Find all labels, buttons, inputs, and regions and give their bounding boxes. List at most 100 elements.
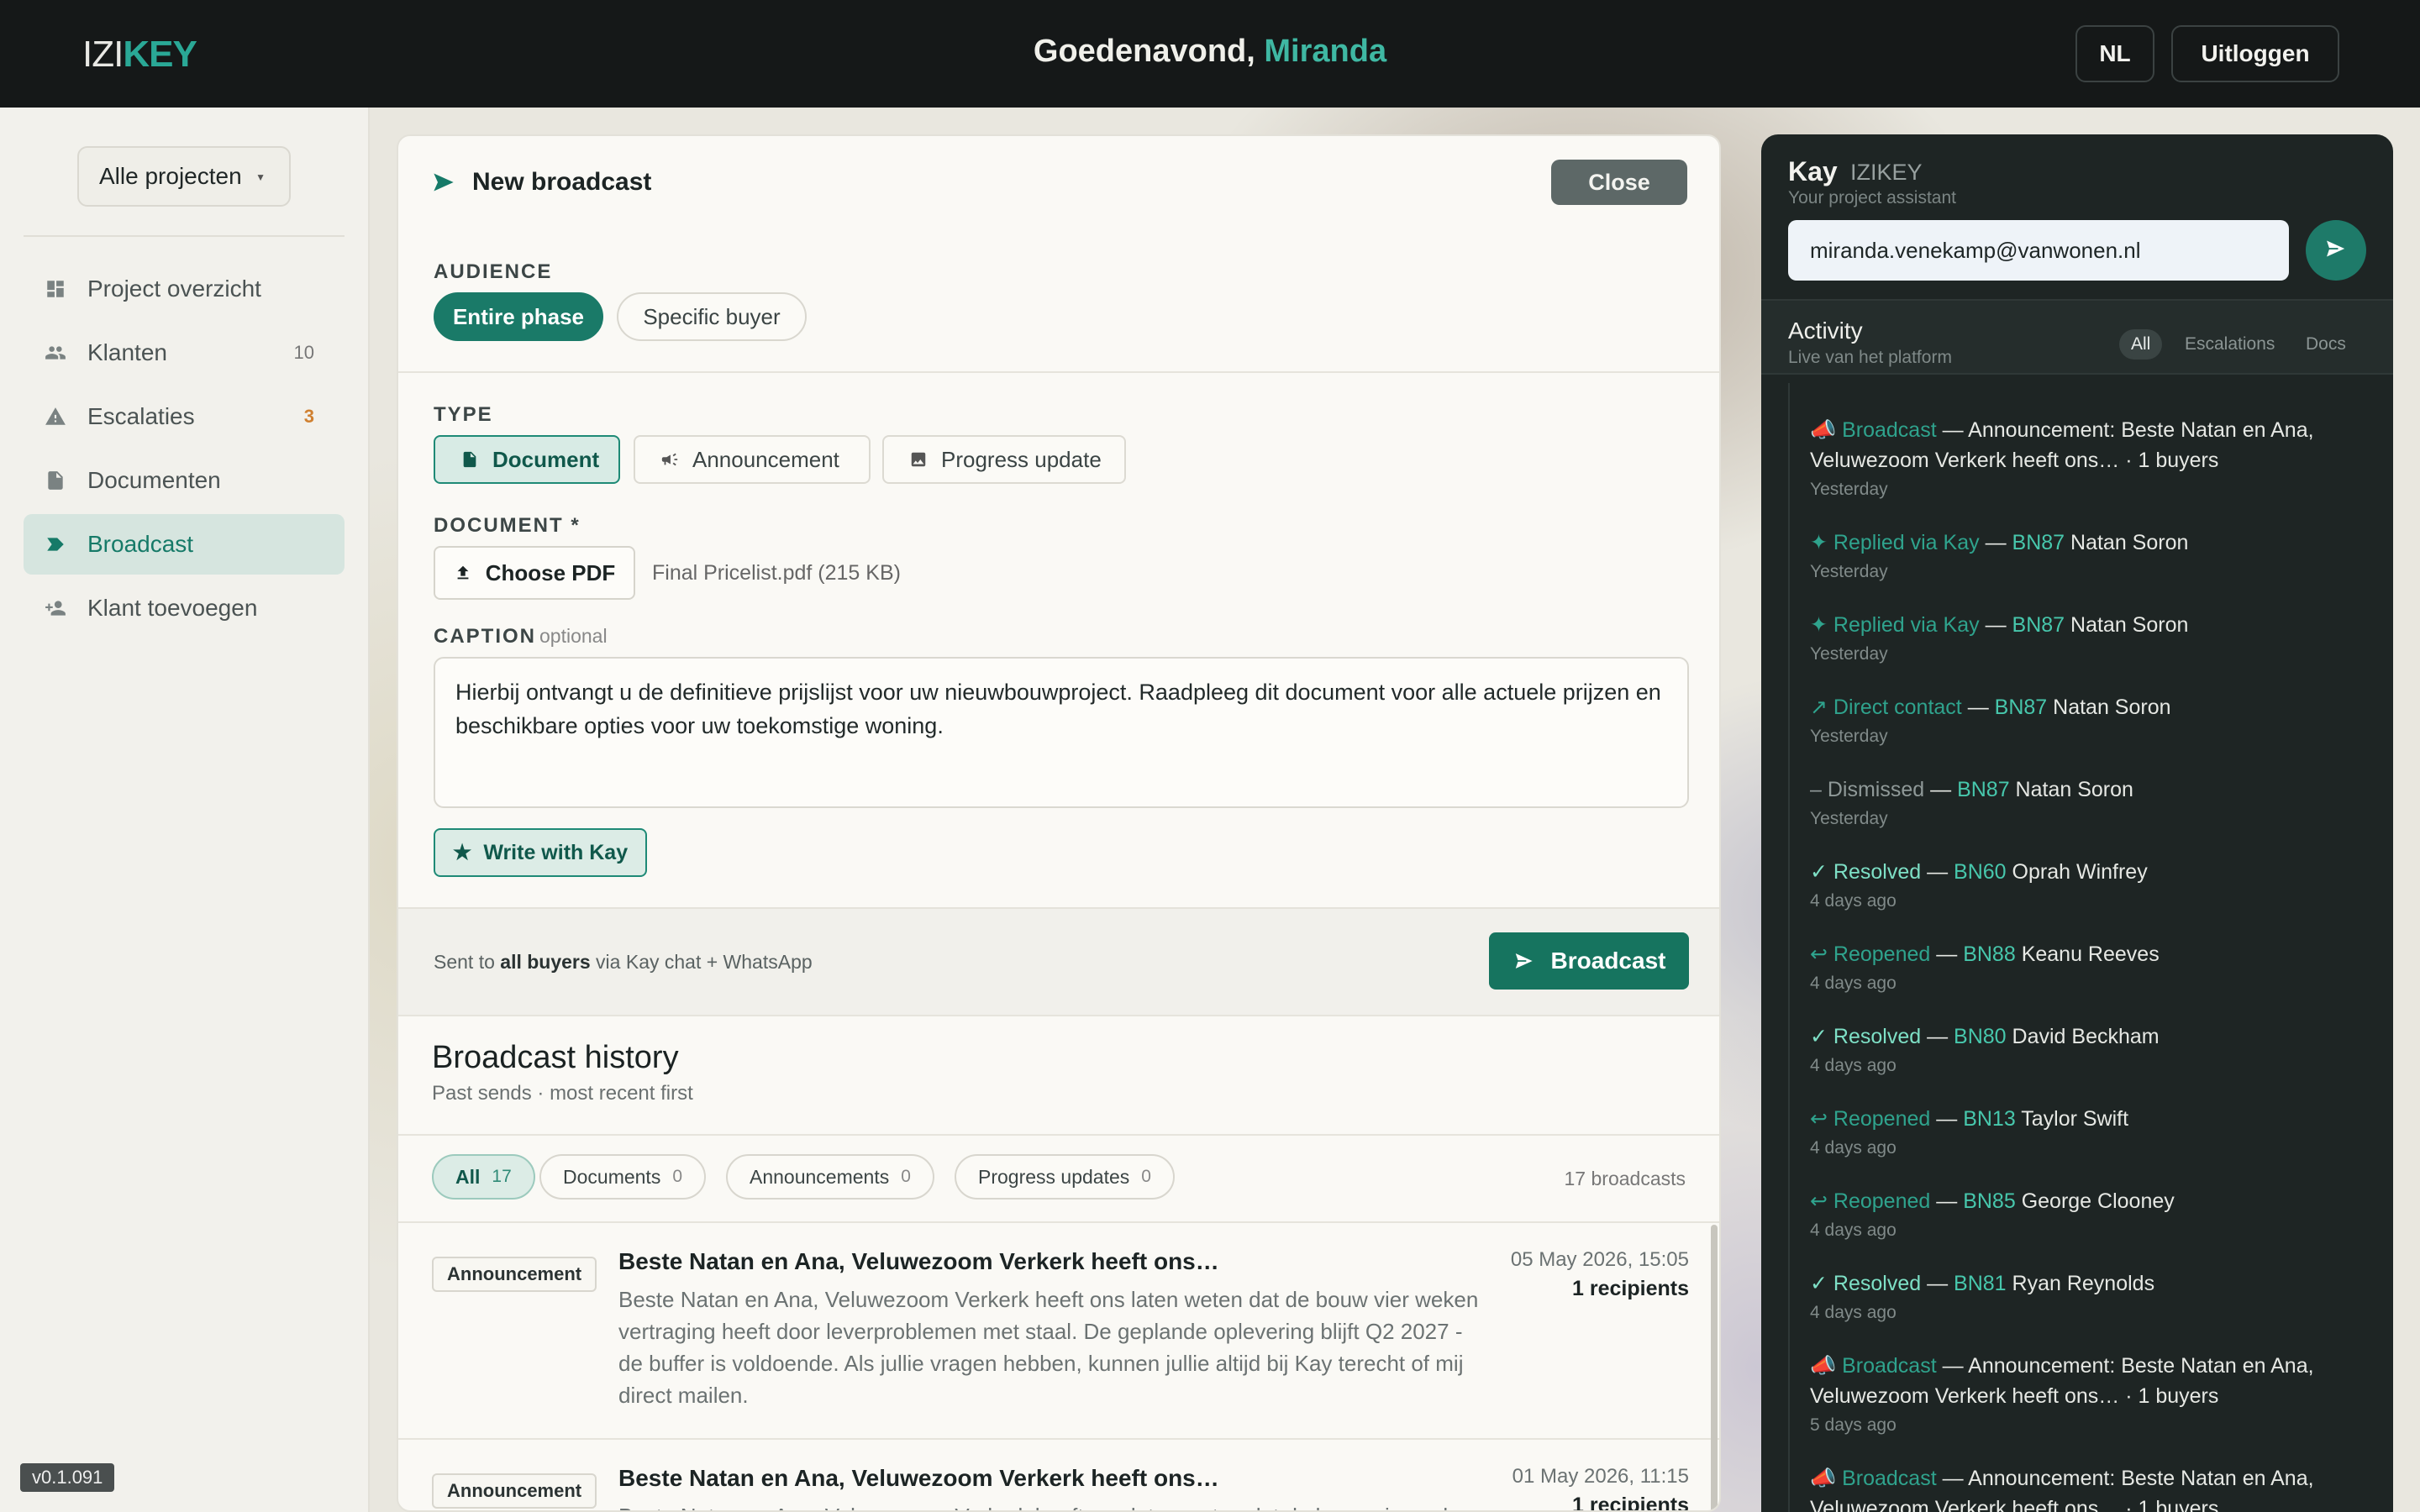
assistant-send-button[interactable] (2306, 220, 2366, 281)
audience-label: AUDIENCE (434, 260, 553, 283)
activity-time: Yesterday (1810, 562, 1888, 581)
divider (398, 1134, 1719, 1136)
sidebar-item-klant-toevoegen[interactable]: Klant toevoegen (24, 578, 345, 638)
activity-time: 4 days ago (1810, 891, 1897, 911)
filter-progress-updates[interactable]: Progress updates 0 (955, 1154, 1175, 1200)
history-row-recipients: 1 recipients (1572, 1277, 1689, 1300)
audience-specific-buyer[interactable]: Specific buyer (617, 292, 807, 341)
filter-count: 0 (672, 1167, 683, 1186)
close-button[interactable]: Close (1551, 160, 1687, 205)
history-title: Broadcast history (432, 1040, 679, 1075)
activity-item[interactable]: ↗ Direct contact — BN87 Natan Soron Yeste… (1810, 692, 2365, 749)
choose-pdf-button[interactable]: Choose PDF (434, 546, 635, 600)
sidebar-item-broadcast[interactable]: Broadcast (24, 514, 345, 575)
sidebar-item-escalaties[interactable]: Escalaties 3 (24, 386, 345, 447)
write-with-kay-button[interactable]: ★ Write with Kay (434, 828, 647, 877)
activity-time: 4 days ago (1810, 1303, 1897, 1322)
caption-label: CAPTION optional (434, 625, 608, 648)
filter-documents[interactable]: Documents 0 (539, 1154, 707, 1200)
activity-item[interactable]: ✓ Resolved — BN60 Oprah Winfrey 4 days ag… (1810, 857, 2365, 914)
new-broadcast-header: New broadcast (432, 168, 651, 197)
caret-down-icon: ▼ (255, 171, 266, 183)
activity-tab-all[interactable]: All (2119, 329, 2163, 360)
sidebar-divider (24, 235, 345, 237)
audience-entire-phase[interactable]: Entire phase (434, 292, 603, 341)
type-progress-update[interactable]: Progress update (882, 435, 1126, 484)
people-icon (44, 341, 67, 365)
buyer-code: BN13 (1963, 1107, 2016, 1131)
activity-kind: Resolved (1833, 1025, 1922, 1048)
activity-time: 5 days ago (1810, 1415, 1897, 1435)
broadcast-button[interactable]: Broadcast (1489, 932, 1689, 990)
greeting-name: Miranda (1264, 34, 1387, 69)
sidebar-item-label: Documenten (87, 467, 221, 493)
history-row-title[interactable]: Beste Natan en Ana, Veluwezoom Verkerk h… (618, 1248, 1219, 1275)
sidebar-item-klanten[interactable]: Klanten 10 (24, 323, 345, 383)
activity-item[interactable]: ✦ Replied via Kay — BN87 Natan Soron Yest… (1810, 528, 2365, 585)
activity-separator: — (1924, 778, 1958, 801)
project-select[interactable]: Alle projecten ▼ (77, 146, 291, 207)
activity-subtitle: Live van het platform (1788, 348, 1952, 367)
type-document[interactable]: Document (434, 435, 620, 484)
activity-kind-icon: ✓ (1810, 1025, 1833, 1048)
caption-textarea[interactable]: Hierbij ontvangt u de definitieve prijsl… (434, 657, 1689, 808)
activity-tab-escalations[interactable]: Escalations (2173, 329, 2286, 360)
activity-time: Yesterday (1810, 480, 1888, 499)
activity-time: 4 days ago (1810, 1138, 1897, 1158)
scrollbar[interactable] (1711, 1225, 1718, 1510)
filter-label: Announcements (750, 1165, 890, 1188)
logout-button[interactable]: Uitloggen (2171, 25, 2339, 82)
warning-icon (44, 405, 67, 428)
buyer-code: BN87 (2012, 531, 2065, 554)
activity-time: 4 days ago (1810, 1056, 1897, 1075)
history-row-body: Beste Natan en Ana, Veluwezoom Verkerk h… (618, 1287, 1479, 1408)
language-button[interactable]: NL (2075, 25, 2154, 82)
activity-text: Taylor Swift (2015, 1107, 2129, 1131)
filter-announcements[interactable]: Announcements 0 (726, 1154, 934, 1200)
timeline-line (1788, 383, 1790, 1512)
activity-separator: — (1961, 696, 1995, 719)
count-badge: 3 (303, 406, 314, 427)
activity-text: Keanu Reeves (2015, 942, 2160, 966)
top-bar: IZIKEY Goedenavond, Miranda NL Uitloggen (0, 0, 2420, 108)
activity-item[interactable]: ✦ Replied via Kay — BN87 Natan Soron Yest… (1810, 610, 2365, 667)
assistant-subtitle: Your project assistant (1788, 188, 1957, 207)
sidebar-item-label: Klant toevoegen (87, 595, 258, 621)
type-announcement[interactable]: Announcement (634, 435, 871, 484)
activity-item[interactable]: ↩ Reopened — BN88 Keanu Reeves 4 days ago (1810, 939, 2365, 996)
choose-pdf-label: Choose PDF (485, 559, 616, 585)
activity-item[interactable]: ✓ Resolved — BN81 Ryan Reynolds 4 days ag… (1810, 1268, 2365, 1326)
activity-kind-icon: ✓ (1810, 1272, 1833, 1295)
selected-file-name: Final Pricelist.pdf (215 KB) (652, 561, 901, 585)
write-with-kay-label: Write with Kay (483, 840, 629, 864)
activity-item[interactable]: 📣 Broadcast — Announcement: Beste Natan … (1810, 1463, 2365, 1512)
greeting: Goedenavond, Miranda (0, 34, 2420, 70)
type-label-text: Progress update (941, 446, 1102, 472)
activity-kind: Broadcast (1842, 1354, 1937, 1378)
activity-item[interactable]: ↩ Reopened — BN85 George Clooney 4 days a… (1810, 1186, 2365, 1243)
filter-all[interactable]: All 17 (432, 1154, 535, 1200)
history-row-body: Beste Natan en Ana, Veluwezoom Verkerk h… (618, 1500, 1492, 1510)
file-icon (44, 469, 67, 492)
assistant-input[interactable]: miranda.venekamp@vanwonen.nl (1788, 220, 2289, 281)
sent-to-prefix: Sent to (434, 951, 501, 973)
assistant-brand: IZIKEY (1850, 160, 1923, 185)
activity-text: David Beckham (2006, 1025, 2160, 1048)
activity-separator: — (1930, 1189, 1964, 1213)
filter-label: Documents (563, 1165, 661, 1188)
document-icon (460, 450, 479, 469)
activity-tab-docs[interactable]: Docs (2294, 329, 2358, 360)
activity-item[interactable]: ✓ Resolved — BN80 David Beckham 4 days ag… (1810, 1021, 2365, 1079)
activity-text: Natan Soron (2047, 696, 2171, 719)
activity-item[interactable]: ↩ Reopened — BN13 Taylor Swift 4 days ago (1810, 1104, 2365, 1161)
activity-item[interactable]: 📣 Broadcast — Announcement: Beste Natan … (1810, 1351, 2365, 1438)
sidebar-item-documenten[interactable]: Documenten (24, 450, 345, 511)
sent-to-audience: all buyers (500, 951, 591, 973)
activity-item[interactable]: – Dismissed — BN87 Natan Soron Yesterday (1810, 774, 2365, 832)
activity-item[interactable]: 📣 Broadcast — Announcement: Beste Natan … (1810, 415, 2365, 502)
activity-text: George Clooney (2015, 1189, 2175, 1213)
sidebar-item-label: Escalaties (87, 403, 195, 429)
buyer-code: BN81 (1954, 1272, 2007, 1295)
sidebar-item-project-overzicht[interactable]: Project overzicht (24, 259, 345, 319)
history-row-title[interactable]: Beste Natan en Ana, Veluwezoom Verkerk h… (618, 1465, 1219, 1492)
